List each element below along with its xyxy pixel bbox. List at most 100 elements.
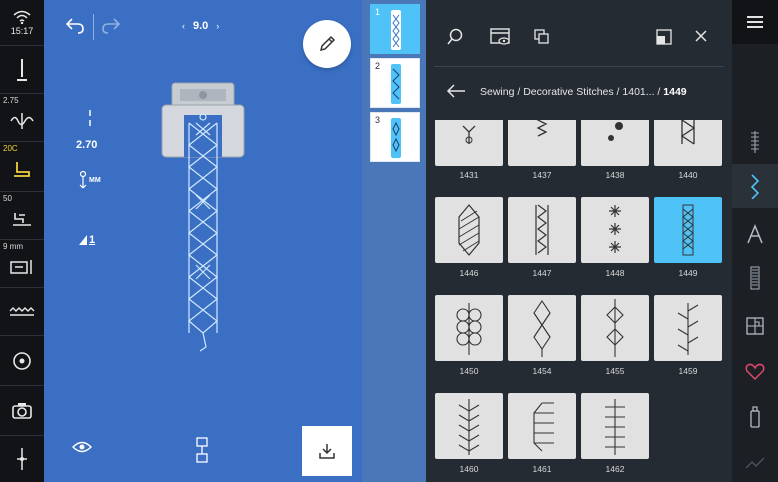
app-window: 15:17 2.75 20C 50 9 mm ‹ 9.0 › 2.70 MM 1… <box>0 0 778 482</box>
stitch-label: 1447 <box>532 268 552 278</box>
stitch-label: 1438 <box>605 170 625 180</box>
stitch-tile-1437[interactable] <box>508 120 576 166</box>
preview-window-button[interactable] <box>490 28 512 51</box>
stitch-preview <box>161 82 245 352</box>
eye-icon <box>72 441 92 453</box>
edit-button[interactable] <box>303 20 351 68</box>
balance-value: 1 <box>89 234 96 246</box>
expand-icon <box>656 29 672 45</box>
copy-icon <box>534 29 549 44</box>
balance-control[interactable]: 1 <box>78 234 95 246</box>
combination-structure-button[interactable] <box>194 436 210 469</box>
rail-buttonholes[interactable] <box>732 256 778 300</box>
stitch-tile-1449[interactable] <box>654 197 722 263</box>
clock: 15:17 <box>10 25 34 36</box>
back-button[interactable] <box>446 84 466 103</box>
length-unit-control[interactable]: MM <box>78 170 101 190</box>
stitch-selection-panel: Sewing / Decorative Stitches / 1401... /… <box>426 0 732 482</box>
needle-position-button[interactable] <box>0 46 44 94</box>
presser-foot-button[interactable]: 20C <box>0 142 44 192</box>
window-eye-icon <box>490 28 510 45</box>
stitch-graphic <box>682 204 694 256</box>
stitch-label: 1460 <box>459 464 479 474</box>
combination-item[interactable]: 3 <box>370 112 420 162</box>
stitch-tile-1461[interactable] <box>508 393 576 459</box>
rail-alphabets[interactable] <box>732 212 778 256</box>
redo-icon <box>102 18 121 34</box>
stitch-tile-1448[interactable] <box>581 197 649 263</box>
rail-favorites[interactable] <box>732 350 778 394</box>
combination-item[interactable]: 2 <box>370 58 420 108</box>
stitch-tile-1431[interactable] <box>435 120 503 166</box>
needle-size-badge: 9 mm <box>3 242 23 251</box>
stitch-width-stepper[interactable]: ‹ 9.0 › <box>182 20 219 32</box>
stitch-tile-1440[interactable] <box>654 120 722 166</box>
length-unit: MM <box>89 176 101 184</box>
stitch-tile-1459[interactable] <box>654 295 722 361</box>
stitch-thumbnail <box>391 64 401 104</box>
duplicate-button[interactable] <box>534 29 550 50</box>
view-button[interactable] <box>72 440 92 459</box>
rail-decorative-stitches[interactable] <box>732 164 778 208</box>
stitch-plate-badge: 50 <box>3 194 12 203</box>
tension-icon <box>10 112 34 129</box>
combination-item[interactable]: 1 <box>370 4 420 54</box>
status-bar: 15:17 2.75 20C 50 9 mm <box>0 0 44 482</box>
stitch-tile-1447[interactable] <box>508 197 576 263</box>
redo-button[interactable] <box>100 14 122 42</box>
stitch-tile-1450[interactable] <box>435 295 503 361</box>
stitch-graphic <box>606 299 624 357</box>
chevron-right-icon[interactable]: › <box>216 21 219 31</box>
stitch-tile-1438[interactable] <box>581 120 649 166</box>
breadcrumb: Sewing / Decorative Stitches / 1401... /… <box>480 86 687 98</box>
stitch-thumbnail <box>391 118 401 158</box>
breadcrumb-current: 1449 <box>663 86 687 98</box>
feed-button[interactable] <box>0 288 44 336</box>
stitch-graphic <box>680 120 696 145</box>
stitch-tile-1454[interactable] <box>508 295 576 361</box>
stitch-tile-1462[interactable] <box>581 393 649 459</box>
search-button[interactable] <box>446 28 464 51</box>
menu-button[interactable] <box>732 0 778 44</box>
stitch-label: 1450 <box>459 366 479 376</box>
stitch-tile-1460[interactable] <box>435 393 503 459</box>
rail-utility-stitches[interactable] <box>732 120 778 164</box>
stitch-tile-1455[interactable] <box>581 295 649 361</box>
zigzag-feed-icon <box>9 306 35 316</box>
stitch-width-button[interactable]: 2.75 <box>0 94 44 142</box>
stitch-label: 1448 <box>605 268 625 278</box>
needle-size-button[interactable]: 9 mm <box>0 240 44 288</box>
rail-quilt-stitches[interactable] <box>732 304 778 348</box>
combination-list: 1 2 3 <box>362 0 426 482</box>
menu-icon <box>747 16 763 28</box>
stitch-label: 1455 <box>605 366 625 376</box>
bobbin-button[interactable] <box>0 336 44 386</box>
rail-personal-program[interactable] <box>732 396 778 440</box>
rail-more[interactable] <box>732 440 778 482</box>
arrow-left-icon <box>446 84 465 98</box>
chevron-left-icon[interactable]: ‹ <box>182 21 185 31</box>
stitch-graphic <box>609 205 621 253</box>
tie-off-button[interactable] <box>0 436 44 482</box>
stitch-tile-1446[interactable] <box>435 197 503 263</box>
stitch-graphic <box>456 303 482 355</box>
close-button[interactable] <box>694 29 708 48</box>
camera-button[interactable] <box>0 386 44 436</box>
balance-icon <box>79 235 87 245</box>
stitch-length-control[interactable] <box>80 108 100 132</box>
stitch-plate-button[interactable]: 50 <box>0 192 44 240</box>
stitch-thumbnail <box>391 10 401 50</box>
wifi-status[interactable]: 15:17 <box>0 0 44 46</box>
bobbin-icon <box>13 351 31 370</box>
favorites-icon <box>745 363 765 381</box>
stitch-graphic <box>677 303 699 355</box>
stitch-label: 1437 <box>532 170 552 180</box>
toolbar-divider <box>93 14 94 40</box>
breadcrumb-path: Sewing / Decorative Stitches / 1401... / <box>480 86 664 98</box>
stitch-label: 1454 <box>532 366 552 376</box>
undo-icon <box>65 18 84 34</box>
quilt-icon <box>746 317 764 335</box>
maximize-button[interactable] <box>656 29 672 50</box>
export-button[interactable] <box>302 426 352 476</box>
undo-button[interactable] <box>64 14 86 42</box>
